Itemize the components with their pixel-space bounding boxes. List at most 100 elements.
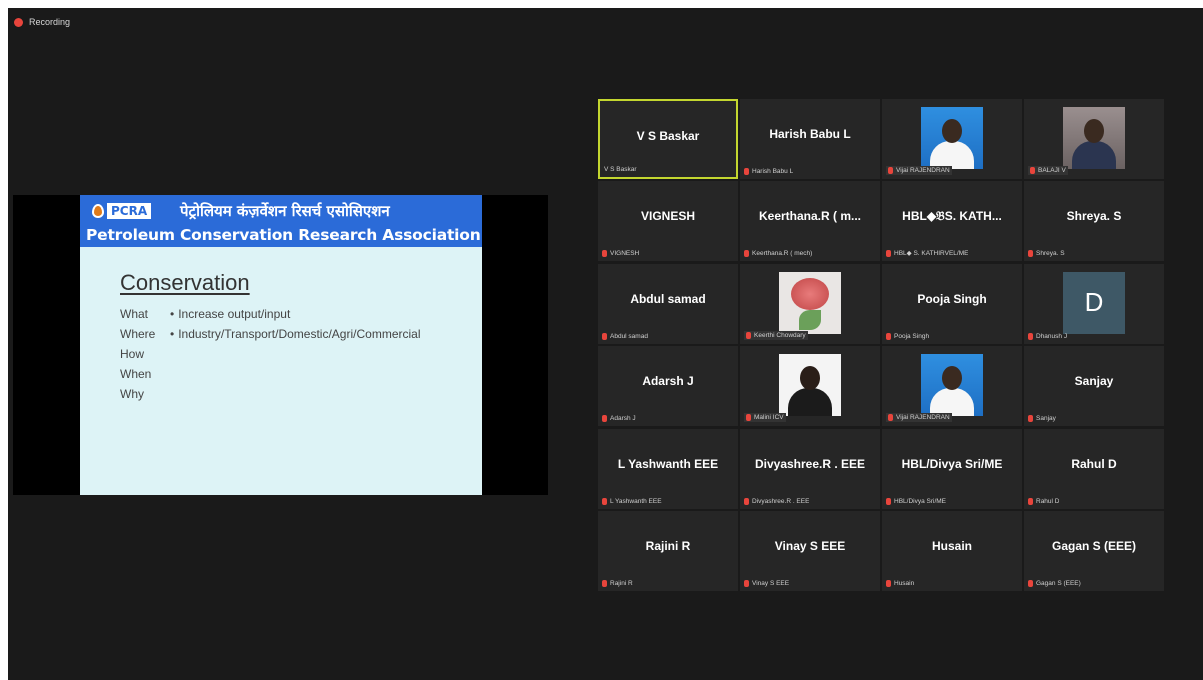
participant-tile[interactable]: Vijai RAJENDRAN — [882, 99, 1022, 179]
slide-row: What • Increase output/input — [120, 307, 290, 321]
participant-tile[interactable]: HBL◆𝔅S. KATH... HBL◆ S. KATHIRVEL/ME — [882, 181, 1022, 262]
participant-display-name: Rahul D — [1071, 456, 1117, 471]
participant-tile[interactable]: Husain Husain — [882, 510, 1022, 591]
participant-name-text: Dhanush J — [1036, 332, 1068, 340]
participant-tile[interactable]: Rajini R Rajini R — [598, 510, 738, 591]
slide-row-term: Where — [120, 327, 156, 341]
participant-display-name: Harish Babu L — [769, 127, 851, 141]
slide-row: When — [120, 367, 174, 381]
participant-name-text: Harish Babu L — [752, 168, 794, 175]
mic-muted-icon — [602, 332, 607, 340]
participant-tile[interactable]: Gagan S (EEE) Gagan S (EEE) — [1024, 510, 1164, 591]
participant-tile[interactable]: HBL/Divya Sri/ME HBL/Divya Sri/ME — [882, 428, 1022, 509]
participant-tile[interactable]: Malini ICV — [740, 346, 880, 427]
mic-muted-icon — [886, 332, 891, 340]
participant-name-text: Gagan S (EEE) — [1036, 579, 1081, 587]
slide-row-text: Industry/Transport/Domestic/Agri/Commerc… — [178, 327, 421, 341]
participant-name-text: HBL/Divya Sri/ME — [894, 497, 947, 505]
slide-row-bullet: • — [170, 327, 175, 341]
participant-name-label: Adarsh J — [602, 415, 636, 423]
participant-display-name: Divyashree.R . EEE — [754, 456, 866, 471]
pcra-logo: PCRA — [92, 203, 152, 219]
participant-name-text: Rahul D — [1036, 497, 1060, 505]
recording-dot-icon — [14, 17, 23, 27]
participant-tile[interactable]: V S Baskar V S Baskar — [598, 99, 738, 179]
slide-row-term: When — [120, 367, 152, 381]
participant-name-label: Pooja Singh — [886, 332, 929, 340]
mic-muted-icon — [744, 497, 749, 505]
participant-tile[interactable]: Keerthi Chowdary — [740, 263, 880, 344]
mic-muted-icon — [1028, 497, 1033, 505]
participant-video — [921, 107, 983, 169]
participant-tile[interactable]: Divyashree.R . EEE Divyashree.R . EEE — [740, 428, 880, 509]
mic-muted-icon — [888, 414, 893, 422]
participant-tile[interactable]: Abdul samad Abdul samad — [598, 263, 738, 344]
presentation-slide: PCRA पेट्रोलियम कंज़र्वेशन रिसर्च एसोसिए… — [80, 195, 482, 495]
participant-video — [1063, 107, 1125, 169]
participant-display-name: HBL/Divya Sri/ME — [901, 456, 1003, 471]
participant-display-name: Vinay S EEE — [774, 538, 846, 553]
participant-display-name: Shreya. S — [1066, 209, 1122, 224]
participant-display-name: Keerthana.R ( m... — [758, 209, 862, 224]
banner-english-text: Petroleum Conservation Research Associat… — [86, 226, 481, 244]
participant-tile[interactable]: D Dhanush J — [1024, 263, 1164, 344]
mic-muted-icon — [888, 167, 893, 174]
participant-tile[interactable]: Rahul D Rahul D — [1024, 428, 1164, 509]
recording-indicator: Recording — [14, 14, 70, 30]
mic-muted-icon — [602, 250, 607, 258]
mic-muted-icon — [1028, 250, 1033, 258]
mic-muted-icon — [602, 579, 607, 587]
mic-muted-icon — [1028, 332, 1033, 340]
participant-display-name: Rajini R — [645, 538, 691, 553]
participant-tile[interactable]: Vijai RAJENDRAN — [882, 346, 1022, 427]
participant-tile[interactable]: Vinay S EEE Vinay S EEE — [740, 510, 880, 591]
person-head — [942, 119, 962, 143]
participant-name-text: Divyashree.R . EEE — [752, 497, 810, 505]
participant-tile[interactable]: VIGNESH VIGNESH — [598, 181, 738, 262]
participant-tile[interactable]: Adarsh J Adarsh J — [598, 346, 738, 427]
participant-name-label: Abdul samad — [602, 332, 648, 340]
participant-name-label: Keerthana.R ( mech) — [744, 250, 812, 258]
participant-name-text: BALAJI V — [1038, 167, 1066, 174]
participant-display-name: Sanjay — [1074, 374, 1114, 389]
participant-name-label: Sanjay — [1028, 415, 1056, 423]
participant-name-text: Keerthi Chowdary — [754, 331, 806, 339]
participant-name-label: Husain — [886, 579, 914, 587]
mic-muted-icon — [886, 249, 891, 257]
participant-tile[interactable]: Shreya. S Shreya. S — [1024, 181, 1164, 262]
mic-muted-icon — [886, 497, 891, 505]
participant-display-name: L Yashwanth EEE — [617, 456, 719, 471]
participant-tile[interactable]: Keerthana.R ( m... Keerthana.R ( mech) — [740, 181, 880, 262]
slide-title: Conservation — [120, 270, 250, 295]
rose-bloom — [791, 277, 829, 310]
person-head — [942, 366, 962, 391]
participant-tile[interactable]: L Yashwanth EEE L Yashwanth EEE — [598, 428, 738, 509]
participant-tile[interactable]: Pooja Singh Pooja Singh — [882, 263, 1022, 344]
participant-name-label: Vijai RAJENDRAN — [886, 413, 952, 423]
participant-name-label: Harish Babu L — [744, 168, 793, 175]
mic-muted-icon — [744, 579, 749, 587]
slide-row-text: Increase output/input — [178, 307, 291, 321]
participant-name-label: Rahul D — [1028, 497, 1060, 505]
mic-muted-icon — [746, 414, 751, 422]
person-head — [1084, 119, 1104, 143]
participant-display-name: Abdul samad — [630, 291, 706, 306]
participant-video — [779, 354, 841, 417]
participant-tile[interactable]: Sanjay Sanjay — [1024, 346, 1164, 427]
participant-name-label: Dhanush J — [1028, 332, 1068, 340]
mic-muted-icon — [602, 415, 607, 423]
mic-muted-icon — [1030, 167, 1035, 174]
participant-name-label: VIGNESH — [602, 250, 640, 258]
slide-row: Where • Industry/Transport/Domestic/Agri/C… — [120, 327, 421, 341]
participant-name-label: Divyashree.R . EEE — [744, 497, 810, 505]
participant-display-name: VIGNESH — [640, 209, 695, 224]
person-body — [930, 388, 974, 417]
banner-hindi-text: पेट्रोलियम कंज़र्वेशन रिसर्च एसोसिएशन — [180, 202, 390, 220]
participant-name-text: Sanjay — [1036, 415, 1056, 423]
recording-label: Recording — [29, 17, 71, 27]
participant-tile[interactable]: BALAJI V — [1024, 99, 1164, 179]
participant-name-label: BALAJI V — [1028, 166, 1068, 175]
participant-name-text: Vinay S EEE — [752, 579, 790, 587]
participant-tile[interactable]: Harish Babu L Harish Babu L — [740, 99, 880, 179]
participant-name-text: VIGNESH — [610, 250, 640, 258]
